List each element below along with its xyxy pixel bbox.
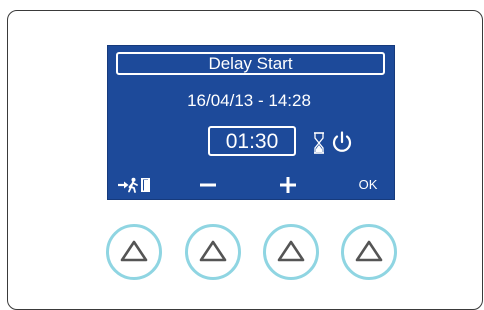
up-triangle-icon [120,240,148,262]
up-triangle-icon [355,240,383,262]
hardware-button-4[interactable] [341,224,397,280]
hardware-button-3[interactable] [263,224,319,280]
hardware-button-1[interactable] [106,224,162,280]
softkey-exit [112,174,160,196]
hourglass-icon [314,132,324,154]
delay-duration-box: 01:30 [208,126,296,156]
softkey-minus [192,174,224,196]
delay-duration-value: 01:30 [225,130,279,153]
softkey-plus [272,174,304,196]
up-triangle-icon [277,240,305,262]
minus-icon [200,183,216,187]
hardware-button-2[interactable] [185,224,241,280]
current-datetime: 16/04/13 - 14:28 [187,91,311,110]
softkey-ok: OK [358,177,378,192]
screen-title: Delay Start [208,54,293,73]
power-icon [332,131,352,152]
plus-icon [280,177,296,193]
lcd-display: Delay Start 16/04/13 - 14:28 01:30 OK [107,45,395,200]
screen-title-box: Delay Start [116,52,385,75]
exit-door-icon [118,177,150,193]
up-triangle-icon [199,240,227,262]
